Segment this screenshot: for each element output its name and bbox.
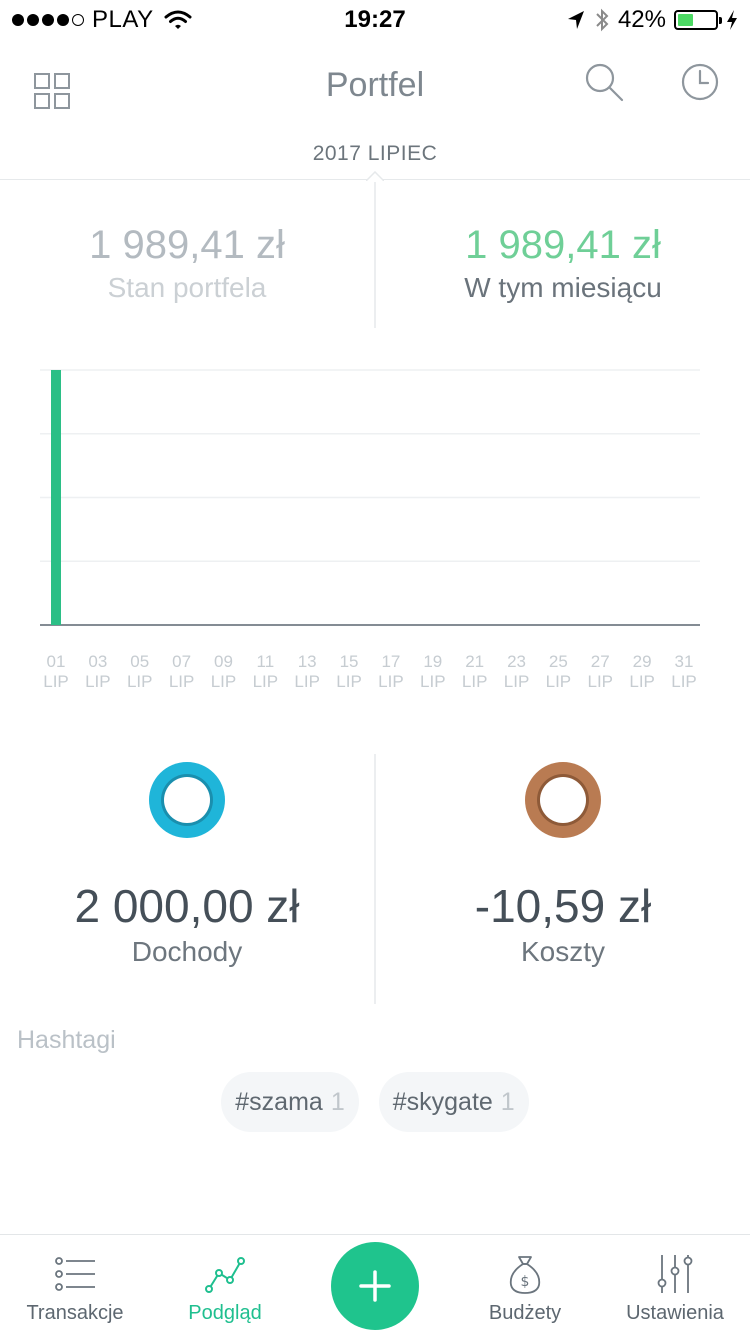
income-ring-icon — [149, 762, 225, 838]
header: Portfel — [0, 40, 750, 130]
caret-up-icon — [366, 171, 384, 181]
hashtag-count: 1 — [330, 1087, 345, 1116]
status-right: 42% — [566, 6, 738, 34]
costs-value: -10,59 zł — [474, 880, 652, 932]
balance-value: 1 989,41 zł — [89, 223, 285, 267]
x-tick-label: 19 LIP — [420, 652, 446, 691]
x-tick-label: 21 LIP — [461, 652, 488, 691]
charging-icon — [727, 10, 737, 30]
x-tick-label: 01 LIP — [43, 652, 69, 691]
hashtag-name: #szama — [235, 1087, 323, 1116]
chart-line-icon — [205, 1257, 245, 1293]
x-tick-label: 23 LIP — [503, 652, 530, 691]
x-tick-label: 11 LIP — [252, 652, 279, 691]
hashtag-chip[interactable]: #szama 1 — [221, 1072, 359, 1132]
tab-label: Ustawienia — [626, 1302, 724, 1324]
page-title: Portfel — [325, 66, 425, 104]
period-selector[interactable]: 2017 LIPIEC — [0, 130, 750, 181]
chart-bar-day-01[interactable] — [51, 370, 61, 625]
x-tick-label: 07 LIP — [168, 652, 195, 691]
month-summary: 1 989,41 zł W tym miesiącu — [376, 220, 750, 306]
hashtag-name: #skygate — [392, 1087, 493, 1116]
x-tick-label: 03 LIP — [85, 652, 111, 691]
x-tick-label: 25 LIP — [545, 652, 572, 691]
hashtags-title: Hashtagi — [17, 1026, 116, 1054]
costs-label: Koszty — [520, 936, 606, 967]
svg-text:$: $ — [521, 1274, 530, 1290]
battery-level — [678, 14, 694, 26]
status-bar: PLAY 19:27 42% — [0, 0, 750, 40]
tab-budgets[interactable]: $ Budżety — [450, 1235, 600, 1334]
costs-ring-icon — [525, 762, 601, 838]
x-tick-label: 17 LIP — [378, 652, 404, 691]
battery-icon — [674, 10, 722, 30]
chart-plot — [40, 369, 700, 626]
month-label: W tym miesiącu — [464, 272, 662, 303]
x-tick-label: 29 LIP — [629, 652, 655, 691]
history-icon[interactable] — [680, 62, 720, 102]
income-value: 2 000,00 zł — [74, 880, 300, 932]
x-tick-label: 31 LIP — [671, 652, 697, 691]
month-value: 1 989,41 zł — [465, 223, 661, 267]
tab-label: Transakcje — [26, 1302, 124, 1324]
tab-settings[interactable]: Ustawienia — [600, 1235, 750, 1334]
list-icon — [55, 1257, 95, 1291]
x-tick-label: 05 LIP — [126, 652, 153, 691]
tab-label: Budżety — [488, 1302, 562, 1324]
daily-chart: 01 LIP 03 LIP 05 LIP 07 LIP 09 LIP 11 LIP 13 LIP 15 LIP… — [0, 340, 750, 710]
balance-summary: 1 989,41 zł Stan portfela — [0, 220, 374, 306]
hashtag-count: 1 — [500, 1087, 515, 1116]
search-icon[interactable] — [584, 62, 624, 102]
add-transaction-button[interactable] — [331, 1242, 419, 1330]
income-summary[interactable]: 2 000,00 zł Dochody — [0, 754, 374, 970]
x-tick-label: 15 LIP — [336, 652, 362, 691]
x-tick-label: 27 LIP — [587, 652, 614, 691]
tab-overview[interactable]: Podgląd — [150, 1235, 300, 1334]
location-arrow-icon — [567, 11, 584, 29]
battery-percent: 42% — [617, 6, 666, 33]
flows: 2 000,00 zł Dochody -10,59 zł Koszty — [0, 754, 750, 1004]
hashtag-list: #szama 1 #skygate 1 — [0, 1072, 750, 1132]
tab-transactions[interactable]: Transakcje — [0, 1235, 150, 1334]
costs-summary[interactable]: -10,59 zł Koszty — [376, 754, 750, 970]
x-axis-labels: 01 LIP 03 LIP 05 LIP 07 LIP 09 LIP 11 LIP 13 LIP 15 LIP… — [0, 652, 750, 702]
x-tick-label: 09 LIP — [210, 652, 237, 691]
tab-label: Podgląd — [188, 1302, 262, 1324]
income-label: Dochody — [131, 936, 243, 967]
period-label: 2017 LIPIEC — [312, 142, 438, 165]
plus-icon — [359, 1270, 391, 1302]
x-tick-label: 13 LIP — [294, 652, 320, 691]
hashtag-chip[interactable]: #skygate 1 — [378, 1072, 529, 1132]
sliders-icon — [657, 1255, 693, 1293]
summary: 1 989,41 zł Stan portfela 1 989,41 zł W … — [0, 182, 750, 328]
money-bag-icon: $ — [509, 1256, 541, 1294]
bluetooth-icon — [596, 8, 609, 32]
balance-label: Stan portfela — [107, 272, 267, 303]
